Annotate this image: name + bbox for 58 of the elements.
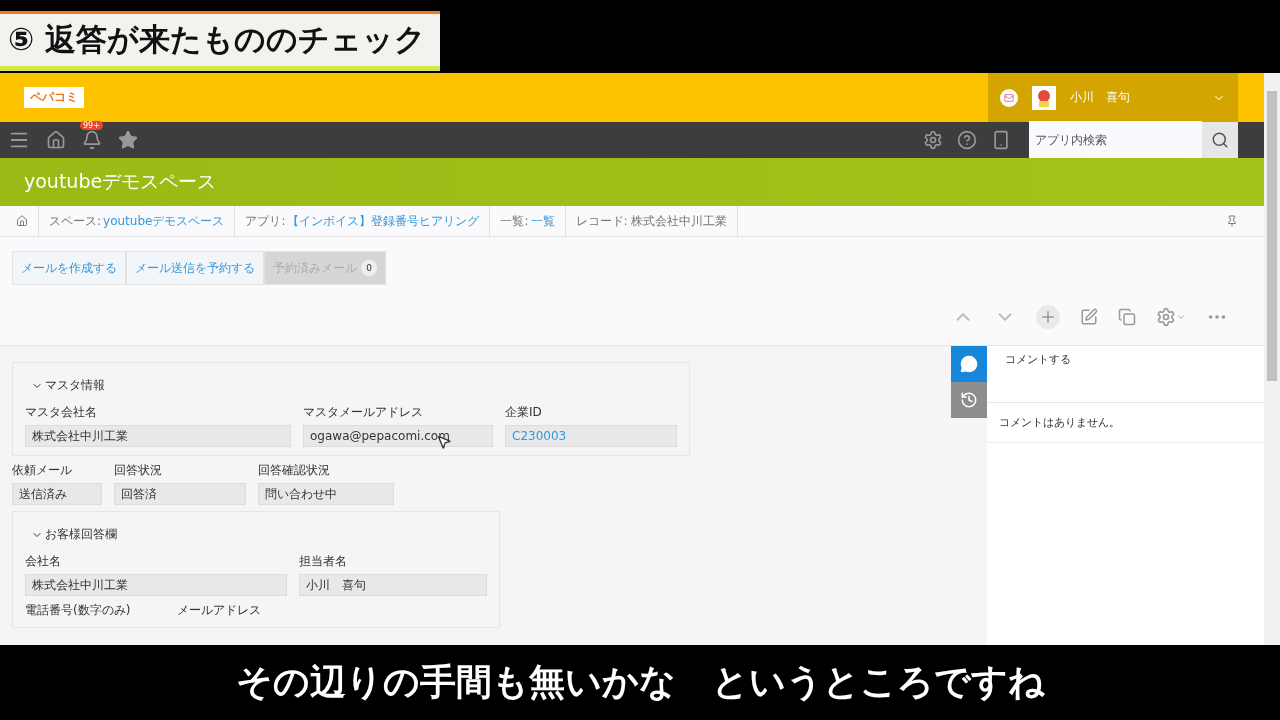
- copy-icon[interactable]: [1118, 308, 1136, 326]
- field-label: 回答確認状況: [258, 462, 331, 479]
- breadcrumb-link[interactable]: 【インボイス】登録番号ヒアリング: [287, 212, 480, 230]
- history-icon[interactable]: [960, 391, 978, 409]
- breadcrumb-label: レコード: 株式会社中川工業: [575, 212, 728, 230]
- breadcrumb-label: アプリ:: [245, 212, 286, 230]
- star-icon[interactable]: [118, 130, 138, 150]
- notification-badge: 99+: [80, 121, 103, 130]
- breadcrumb-link[interactable]: youtubeデモスペース: [103, 212, 225, 230]
- field-label: 回答状況: [114, 462, 163, 479]
- field-label: 企業ID: [505, 404, 543, 421]
- help-icon[interactable]: [957, 130, 977, 150]
- pin-icon[interactable]: [1226, 215, 1238, 227]
- user-name: 小川 喜句: [1070, 89, 1131, 106]
- breadcrumb-link[interactable]: 一覧: [530, 212, 555, 230]
- search-icon[interactable]: [1211, 131, 1229, 149]
- smartphone-icon[interactable]: [991, 130, 1011, 150]
- field-value: 問い合わせ中: [258, 483, 394, 505]
- field-value: 送信済み: [12, 483, 102, 505]
- field-label: 担当者名: [299, 553, 348, 570]
- settings-icon[interactable]: [923, 130, 943, 150]
- speech-bubble-icon[interactable]: [960, 355, 978, 373]
- avatar-icon: [1032, 85, 1056, 110]
- bell-icon[interactable]: [82, 130, 102, 150]
- field-label: マスタメールアドレス: [303, 404, 424, 421]
- user-menu[interactable]: 小川 喜句: [988, 73, 1238, 122]
- mail-icon[interactable]: [1000, 88, 1018, 107]
- group-toggle[interactable]: お客様回答欄: [25, 522, 487, 547]
- mail-button[interactable]: メールを作成する: [12, 251, 126, 285]
- settings-icon[interactable]: [1156, 307, 1176, 327]
- search-field[interactable]: アプリ内検索: [1029, 121, 1202, 159]
- field-label: 会社名: [25, 553, 62, 570]
- group-toggle[interactable]: マスタ情報: [25, 373, 677, 398]
- home-icon[interactable]: [16, 215, 28, 227]
- caption-title: ⑤ 返答が来たもののチェック: [8, 20, 427, 59]
- field-label: マスタ会社名: [25, 404, 98, 421]
- count-badge: 0: [361, 260, 377, 276]
- field-value: ogawa@pepacomi.com: [303, 425, 493, 447]
- field-value: 回答済: [114, 483, 246, 505]
- space-title: youtubeデモスペース: [24, 169, 217, 194]
- field-label: 電話番号(数字のみ): [25, 602, 132, 619]
- logo[interactable]: ペパコミ: [24, 87, 84, 108]
- home-icon[interactable]: [46, 130, 66, 150]
- field-value: 小川 喜句: [299, 574, 487, 596]
- edit-icon[interactable]: [1080, 308, 1098, 326]
- mail-button[interactable]: メール送信を予約する: [126, 251, 264, 285]
- field-label: 依頼メール: [12, 462, 73, 479]
- history-tab[interactable]: [951, 382, 987, 418]
- field-value: 株式会社中川工業: [25, 574, 287, 596]
- search-button[interactable]: [1202, 122, 1238, 158]
- caret-icon[interactable]: [1176, 312, 1186, 322]
- breadcrumb-label: 一覧:: [500, 212, 529, 230]
- field-value: C230003: [505, 425, 677, 447]
- subtitle: その辺りの手間も無いかな というところですね: [235, 660, 1045, 704]
- breadcrumb-label: スペース:: [49, 212, 102, 230]
- comment-tab[interactable]: [951, 346, 987, 382]
- field-value: 株式会社中川工業: [25, 425, 291, 447]
- field-label: メールアドレス: [177, 602, 262, 619]
